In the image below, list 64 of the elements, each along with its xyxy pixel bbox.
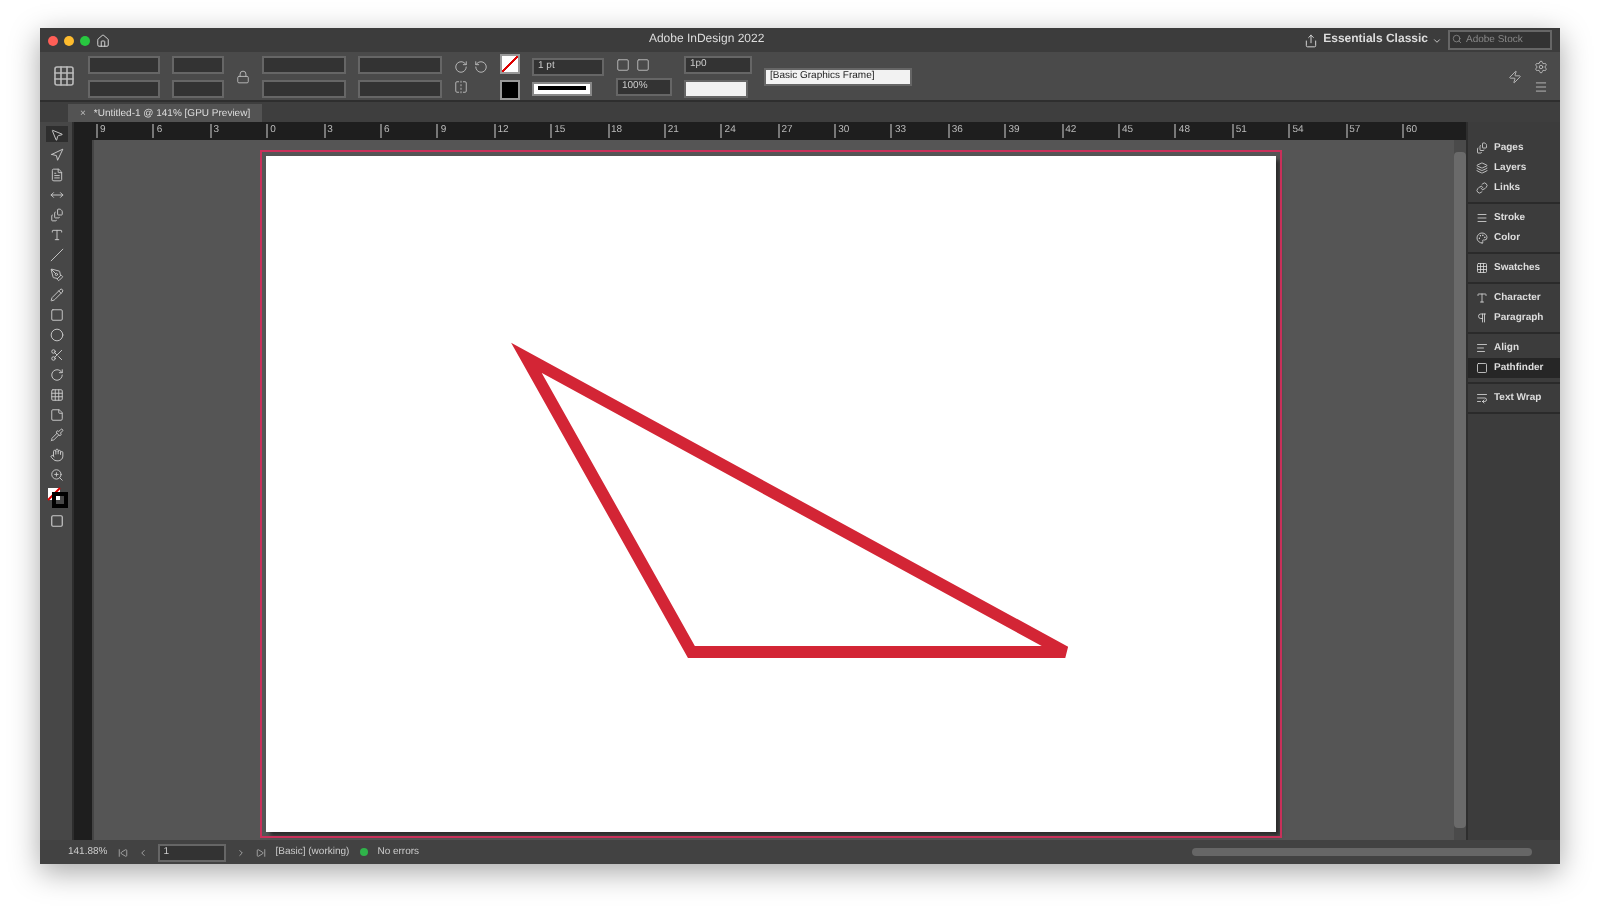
stroke-swatch[interactable] xyxy=(500,79,520,99)
scale-x-field[interactable] xyxy=(262,55,346,73)
tool-button[interactable] xyxy=(45,466,67,482)
home-icon[interactable] xyxy=(96,33,110,47)
rotate-field[interactable] xyxy=(358,55,442,73)
settings-icon[interactable] xyxy=(1534,59,1548,73)
minimize-window-icon[interactable] xyxy=(64,35,74,45)
chevron-down-icon xyxy=(1432,35,1442,45)
previous-page-icon[interactable] xyxy=(137,847,148,857)
link-icon xyxy=(1476,182,1488,194)
tool-button[interactable] xyxy=(45,266,67,282)
tool-button[interactable] xyxy=(45,346,67,362)
fill-swatch[interactable] xyxy=(500,53,520,73)
screen-mode-icon[interactable] xyxy=(45,512,67,528)
align-icon xyxy=(1476,342,1488,354)
next-page-icon[interactable] xyxy=(235,847,246,857)
tool-button[interactable] xyxy=(45,306,67,322)
tool-button[interactable] xyxy=(45,386,67,402)
square-icon xyxy=(1476,362,1488,374)
lines-icon xyxy=(1476,212,1488,224)
y-field[interactable] xyxy=(88,79,160,97)
tool-button[interactable] xyxy=(45,126,67,142)
first-page-icon[interactable] xyxy=(117,847,128,857)
zoom-window-icon[interactable] xyxy=(80,35,90,45)
search-icon xyxy=(1452,34,1462,44)
tool-button[interactable] xyxy=(45,366,67,382)
color-field[interactable] xyxy=(684,79,748,97)
tool-button[interactable] xyxy=(45,426,67,442)
palette-icon xyxy=(1476,232,1488,244)
close-window-icon[interactable] xyxy=(48,35,58,45)
tool-button[interactable] xyxy=(45,286,67,302)
horizontal-scrollbar[interactable] xyxy=(1192,848,1532,856)
stroke-line-preview xyxy=(538,86,586,90)
tool-button[interactable] xyxy=(45,146,67,162)
scale-y-field[interactable] xyxy=(262,79,346,97)
pages-icon xyxy=(1476,142,1488,154)
reference-point-icon[interactable] xyxy=(52,64,76,88)
flip-icon[interactable] xyxy=(454,79,468,93)
width-field[interactable] xyxy=(172,55,224,73)
pilcrow-icon xyxy=(1476,312,1488,324)
type-icon xyxy=(1476,292,1488,304)
wrap-icon xyxy=(1476,392,1488,404)
stroke-type-field[interactable] xyxy=(532,81,592,95)
rotate-icon[interactable] xyxy=(454,59,468,73)
tool-button[interactable] xyxy=(45,186,67,202)
tool-button[interactable] xyxy=(45,206,67,222)
triangle-shape[interactable] xyxy=(511,342,1072,659)
tool-button[interactable] xyxy=(45,446,67,462)
height-field[interactable] xyxy=(172,79,224,97)
layers-icon xyxy=(1476,162,1488,174)
last-page-icon[interactable] xyxy=(255,847,266,857)
fill-stroke-icon[interactable] xyxy=(45,486,67,508)
lightning-icon[interactable] xyxy=(1508,69,1522,83)
shear-field[interactable] xyxy=(358,79,442,97)
vertical-scrollbar[interactable] xyxy=(1454,140,1466,840)
tool-button[interactable] xyxy=(45,246,67,262)
menu-icon[interactable] xyxy=(1534,79,1548,93)
grid-icon xyxy=(1476,262,1488,274)
rotate-back-icon[interactable] xyxy=(474,59,488,73)
tool-button[interactable] xyxy=(45,406,67,422)
x-field[interactable] xyxy=(88,55,160,73)
share-icon[interactable] xyxy=(1303,33,1318,47)
tool-button[interactable] xyxy=(45,326,67,342)
lock-icon[interactable] xyxy=(236,69,250,83)
